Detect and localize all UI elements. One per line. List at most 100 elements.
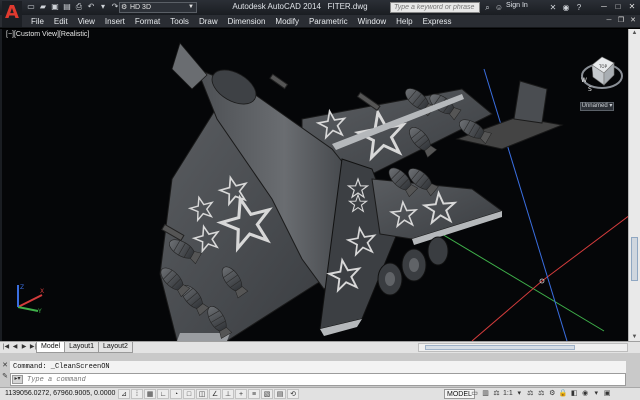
- menu-modify[interactable]: Modify: [270, 16, 304, 27]
- window-title: Autodesk AutoCAD 2014 FITER.dwg: [210, 2, 390, 11]
- viewcube-top-label: TOP: [598, 64, 608, 69]
- svg-text:X: X: [40, 288, 44, 295]
- search-icon[interactable]: ⌕: [482, 2, 493, 13]
- transparency-icon[interactable]: ▧: [261, 389, 273, 399]
- annotation-scale-value[interactable]: 1:1: [503, 389, 513, 399]
- tab-layout1[interactable]: Layout1: [64, 342, 99, 353]
- ducs-icon[interactable]: ⊥: [222, 389, 234, 399]
- status-bar: 1139056.0272, 67960.9005, 0.0000 ⊿ ⁞ ▦ ∟…: [0, 387, 640, 400]
- menu-bar: File Edit View Insert Format Tools Draw …: [0, 15, 640, 28]
- drawing-viewport[interactable]: [−][Custom View][Realistic] TOP W S Unna…: [0, 29, 628, 341]
- next-tab-icon[interactable]: ▶: [20, 343, 28, 352]
- sign-in-button[interactable]: Sign In: [506, 2, 528, 9]
- title-bar: A ▭ ▰ ▣ ▤ ⎙ ↶ ▾ ↷ ▾ ⚙ HD 3D ▼ Autodesk A…: [0, 0, 640, 27]
- doc-restore-button[interactable]: ❐: [616, 16, 626, 26]
- menu-parametric[interactable]: Parametric: [304, 16, 353, 27]
- plot-icon[interactable]: ⎙: [74, 1, 84, 12]
- vertical-scroll-thumb[interactable]: [631, 237, 638, 281]
- menu-express[interactable]: Express: [418, 16, 457, 27]
- compass-south-label: S: [588, 86, 592, 93]
- ucs-menu[interactable]: Unnamed ▾: [580, 102, 614, 111]
- quick-access-toolbar: ▭ ▰ ▣ ▤ ⎙ ↶ ▾ ↷ ▾: [26, 1, 132, 12]
- prev-tab-icon[interactable]: ◀: [11, 343, 19, 352]
- lineweight-icon[interactable]: ≡: [248, 389, 260, 399]
- command-recent-icon[interactable]: ▸▾: [12, 375, 23, 384]
- new-file-icon[interactable]: ▭: [26, 1, 36, 12]
- otrack-icon[interactable]: ∠: [209, 389, 221, 399]
- polar-icon[interactable]: ◔: [170, 389, 182, 399]
- ortho-icon[interactable]: ∟: [157, 389, 169, 399]
- dyn-icon[interactable]: +: [235, 389, 247, 399]
- snap-icon[interactable]: ⁞: [131, 389, 143, 399]
- close-button[interactable]: ✕: [626, 1, 638, 12]
- open-file-icon[interactable]: ▰: [38, 1, 48, 12]
- layout-tab-bar: |◀ ◀ ▶ ▶| Model Layout1 Layout2: [0, 341, 640, 353]
- doc-close-button[interactable]: ✕: [628, 16, 638, 26]
- 3d-osnap-icon[interactable]: ◫: [196, 389, 208, 399]
- menu-dimension[interactable]: Dimension: [223, 16, 271, 27]
- command-input[interactable]: [27, 374, 617, 385]
- stay-connected-icon[interactable]: ◉: [561, 2, 571, 13]
- file-name: FITER.dwg: [327, 2, 368, 11]
- close-icon[interactable]: ✕: [1, 362, 9, 370]
- menu-view[interactable]: View: [73, 16, 100, 27]
- ucs-icon: X Y Z: [17, 284, 44, 313]
- chevron-down-icon[interactable]: ▾: [515, 389, 524, 399]
- status-menu-icon[interactable]: ▾: [592, 389, 601, 399]
- selection-cycling-icon[interactable]: ⟲: [287, 389, 299, 399]
- lock-icon[interactable]: 🔒: [559, 389, 568, 399]
- scroll-down-icon[interactable]: ▼: [630, 334, 639, 340]
- viewcube[interactable]: TOP W S: [576, 43, 628, 127]
- search-input[interactable]: [390, 2, 480, 13]
- chevron-down-icon: ▼: [188, 4, 194, 10]
- tab-model[interactable]: Model: [36, 342, 66, 353]
- save-icon[interactable]: ▣: [50, 1, 60, 12]
- first-tab-icon[interactable]: |◀: [2, 343, 10, 352]
- help-icon[interactable]: ?: [574, 2, 584, 13]
- doc-minimize-button[interactable]: ─: [604, 16, 614, 26]
- menu-edit[interactable]: Edit: [49, 16, 73, 27]
- vertical-scrollbar[interactable]: ▲ ▼: [628, 29, 640, 341]
- clean-screen-icon[interactable]: ▣: [603, 389, 612, 399]
- hardware-acceleration-icon[interactable]: ◧: [570, 389, 579, 399]
- menu-draw[interactable]: Draw: [194, 16, 223, 27]
- grid-icon[interactable]: ▦: [144, 389, 156, 399]
- quick-properties-icon[interactable]: ▤: [274, 389, 286, 399]
- workspace-select[interactable]: ⚙ HD 3D ▼: [119, 2, 197, 13]
- menu-tools[interactable]: Tools: [165, 16, 194, 27]
- wrench-icon[interactable]: ✎: [1, 373, 9, 381]
- minimize-button[interactable]: ─: [598, 1, 610, 12]
- menu-format[interactable]: Format: [130, 16, 165, 27]
- horizontal-scrollbar[interactable]: [418, 343, 628, 352]
- maximize-button[interactable]: □: [612, 1, 624, 12]
- annotation-scale-icon[interactable]: ⚖: [492, 389, 501, 399]
- menu-help[interactable]: Help: [391, 16, 417, 27]
- auto-scale-icon[interactable]: ⚖: [537, 389, 546, 399]
- command-input-row: ▸▾: [10, 373, 626, 386]
- workspace-switching-icon[interactable]: ⚙: [548, 389, 557, 399]
- aircraft-model: [156, 42, 628, 341]
- quick-view-layouts-icon[interactable]: ▭: [470, 389, 479, 399]
- menu-insert[interactable]: Insert: [100, 16, 130, 27]
- infer-constraints-icon[interactable]: ⊿: [118, 389, 130, 399]
- app-title: Autodesk AutoCAD 2014: [232, 2, 321, 11]
- isolate-objects-icon[interactable]: ◉: [581, 389, 590, 399]
- svg-text:Y: Y: [37, 308, 42, 313]
- menu-file[interactable]: File: [26, 16, 49, 27]
- exchange-icon[interactable]: ✕: [548, 2, 558, 13]
- command-history: Command: _CleanScreenON: [10, 361, 626, 373]
- annotation-visibility-icon[interactable]: ⚖: [526, 389, 535, 399]
- undo-dropdown-icon[interactable]: ▾: [98, 1, 108, 12]
- viewport-controls-label[interactable]: [−][Custom View][Realistic]: [6, 31, 89, 38]
- osnap-icon[interactable]: □: [183, 389, 195, 399]
- quick-view-drawings-icon[interactable]: ▥: [481, 389, 490, 399]
- menu-window[interactable]: Window: [353, 16, 391, 27]
- coordinates-readout[interactable]: 1139056.0272, 67960.9005, 0.0000: [5, 390, 115, 397]
- scroll-up-icon[interactable]: ▲: [630, 30, 639, 36]
- application-menu-button[interactable]: A: [2, 1, 22, 27]
- user-icon[interactable]: ☺: [494, 2, 504, 13]
- undo-icon[interactable]: ↶: [86, 1, 96, 12]
- tab-layout2[interactable]: Layout2: [98, 342, 133, 353]
- horizontal-scroll-thumb[interactable]: [425, 345, 575, 350]
- save-as-icon[interactable]: ▤: [62, 1, 72, 12]
